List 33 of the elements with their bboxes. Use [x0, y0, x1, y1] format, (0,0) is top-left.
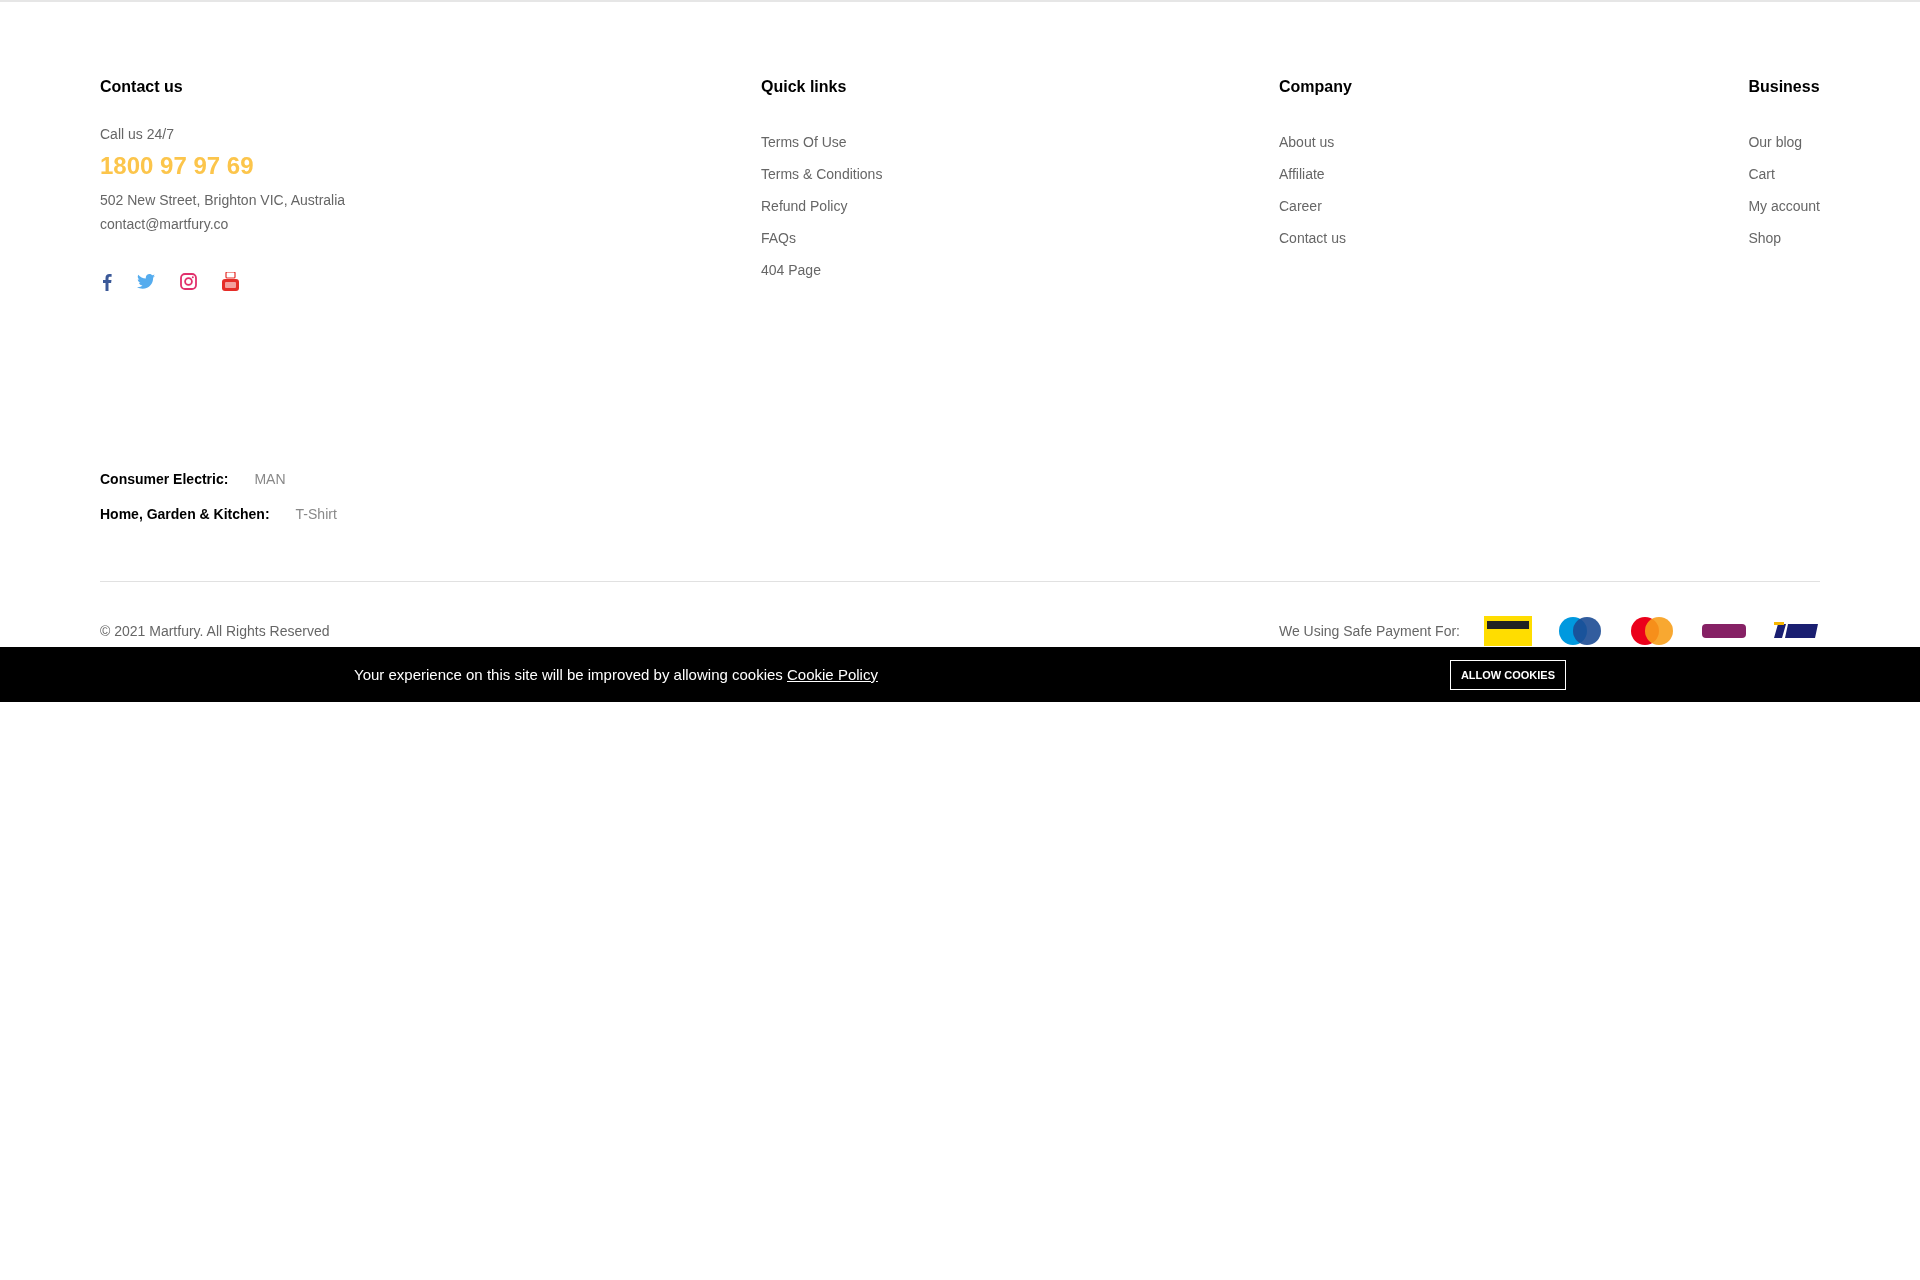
- copyright: © 2021 Martfury. All Rights Reserved: [100, 623, 330, 639]
- column-heading: Quick links: [761, 78, 848, 96]
- allow-cookies-button[interactable]: ALLOW COOKIES: [1449, 659, 1566, 690]
- footer-link[interactable]: Cart: [1748, 166, 1775, 182]
- category-link[interactable]: MAN: [254, 470, 286, 487]
- call-label: Call us 24/7: [100, 126, 175, 142]
- column-heading: Business: [1748, 78, 1820, 96]
- category-label: Consumer Electric:: [100, 470, 229, 487]
- footer-link[interactable]: My account: [1748, 198, 1820, 214]
- phone-number: 1800 97 97 69: [100, 152, 255, 180]
- cookie-message: Your experience on this site will be improved by allowing cookies Cookie Policy: [354, 666, 878, 683]
- footer-link[interactable]: About us: [1279, 134, 1335, 150]
- category-link[interactable]: T-Shirt: [295, 505, 337, 522]
- category-label: Home, Garden & Kitchen:: [100, 505, 270, 522]
- email: contact@martfury.co: [100, 215, 230, 234]
- twitter-icon[interactable]: [137, 274, 155, 289]
- instagram-icon[interactable]: [180, 273, 197, 290]
- footer-link[interactable]: FAQs: [761, 230, 796, 246]
- footer-link[interactable]: Shop: [1748, 230, 1782, 246]
- column-heading: Contact us: [100, 78, 184, 96]
- footer-link[interactable]: Our blog: [1748, 134, 1803, 150]
- footer-link[interactable]: Terms Of Use: [761, 134, 847, 150]
- payment-label: We Using Safe Payment For:: [1278, 623, 1460, 639]
- footer-link[interactable]: 404 Page: [761, 262, 821, 278]
- column-heading: Company: [1279, 78, 1353, 96]
- footer-link[interactable]: Career: [1279, 198, 1322, 214]
- footer-link[interactable]: Terms & Conditions: [761, 166, 883, 182]
- address: 502 New Street, Brighton VIC, Australia: [100, 191, 347, 210]
- footer-link[interactable]: Affiliate: [1279, 166, 1325, 182]
- cookie-policy-link[interactable]: Cookie Policy: [787, 666, 878, 683]
- footer-link[interactable]: Contact us: [1279, 230, 1346, 246]
- facebook-icon[interactable]: [102, 272, 112, 291]
- footer-link[interactable]: Refund Policy: [761, 198, 848, 214]
